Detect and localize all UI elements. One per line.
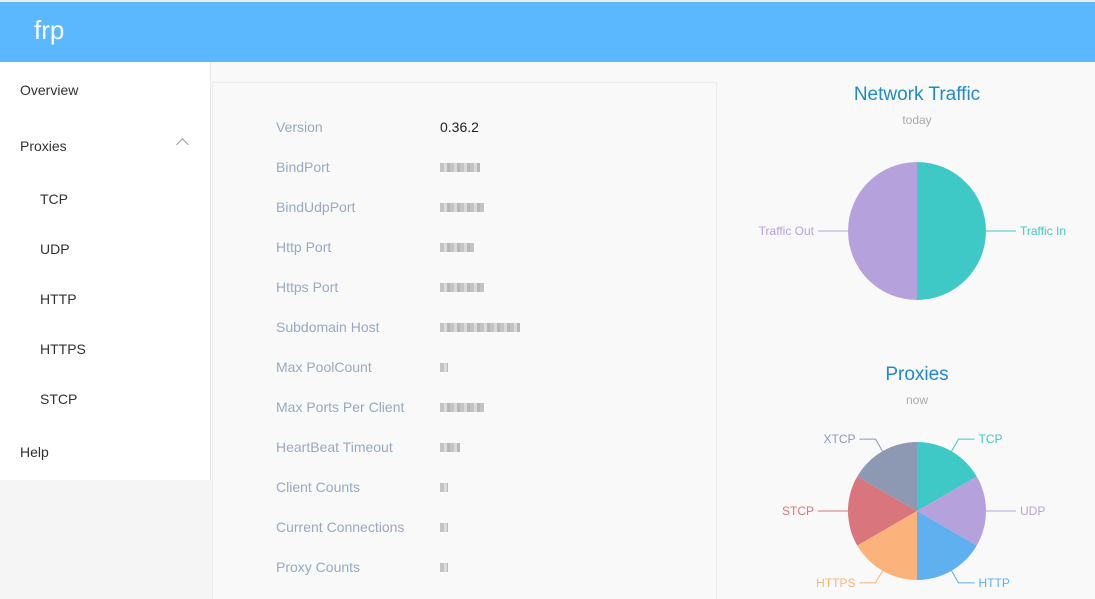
pie-slice-traffic-out[interactable] [848,162,917,300]
pie-label-line [951,570,975,584]
pie-label: XTCP [823,432,855,446]
pie-charts: Traffic In Traffic Out TCP UDP HTTP HTTPS STCP… [759,162,1066,590]
pie-label-line [859,438,883,452]
pie-label-line [859,570,883,584]
pie-label-line [951,438,975,452]
pie-slice-traffic-in[interactable] [917,162,986,300]
pie-label: TCP [979,432,1003,446]
pie-label: STCP [782,504,814,518]
pie-label: HTTPS [816,576,855,590]
pie-label: UDP [1020,504,1045,518]
pie-label: HTTP [979,576,1010,590]
pie-label: Traffic In [1020,224,1066,238]
pie-label: Traffic Out [759,224,815,238]
